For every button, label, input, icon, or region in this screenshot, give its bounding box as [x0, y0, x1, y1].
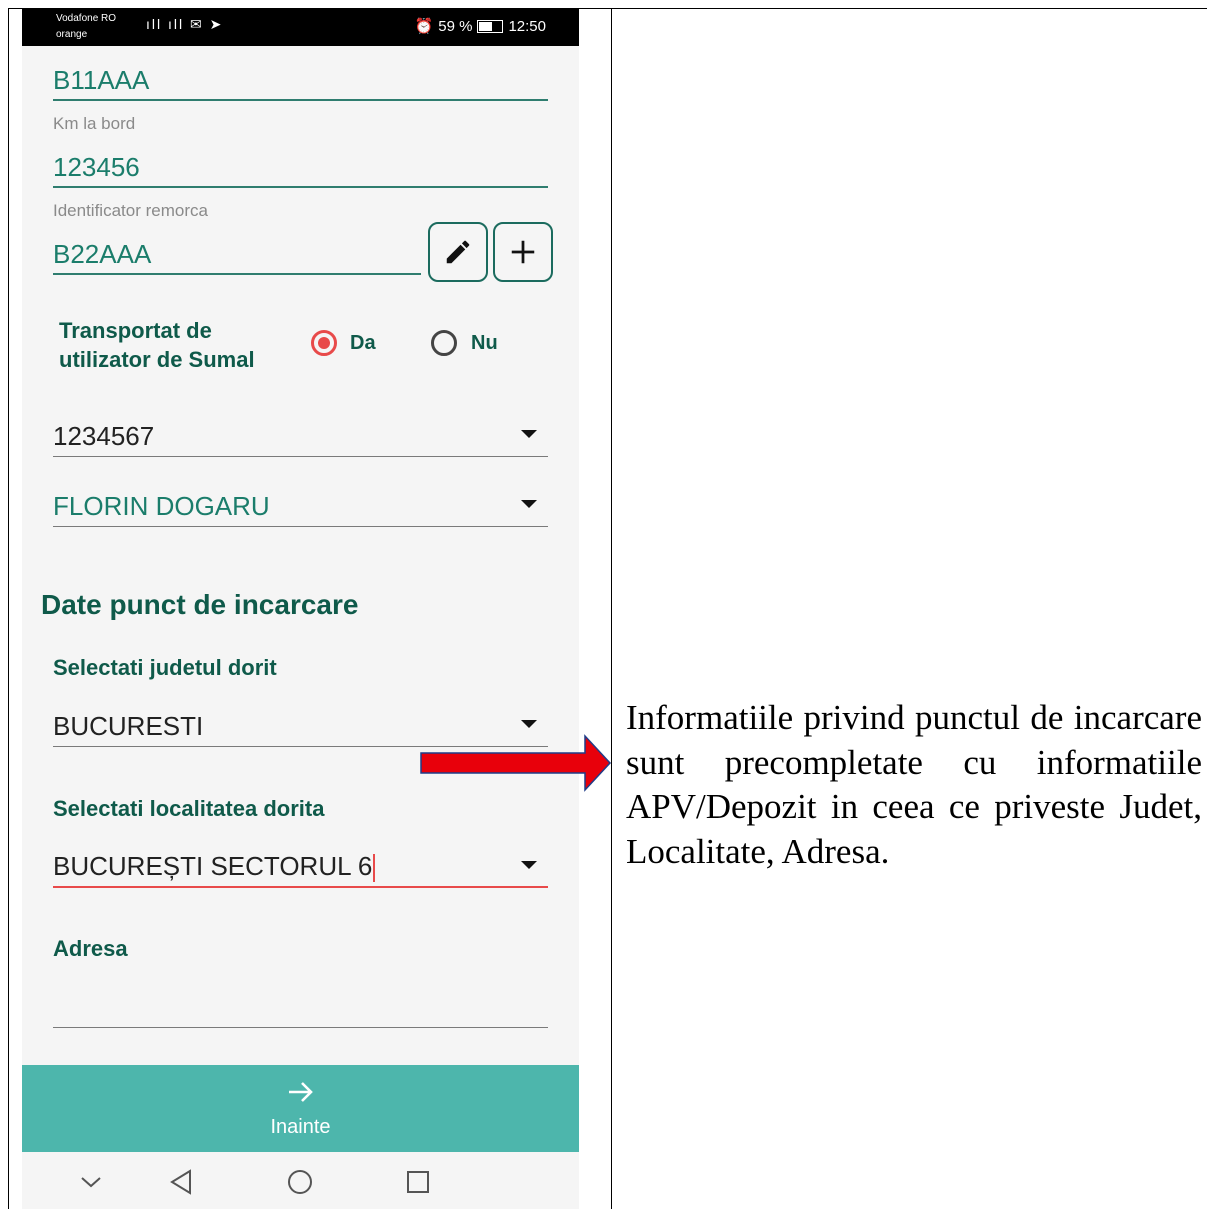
address-label: Adresa: [53, 936, 128, 961]
arrow-right-icon: [22, 1079, 579, 1113]
county-dropdown[interactable]: BUCURESTI: [53, 711, 203, 742]
code-dropdown[interactable]: 1234567: [53, 421, 154, 452]
text-cursor: [373, 854, 376, 883]
locality-value: BUCUREȘTI SECTORUL 6: [53, 851, 373, 881]
code-dropdown-underline: [53, 456, 548, 457]
vehicle-id-underline: [53, 99, 548, 101]
phone-screenshot: Vodafone RO orange ıll ıll ✉ ➤ ⏰ 59 % 12…: [22, 9, 579, 1209]
radio-no[interactable]: [431, 330, 457, 356]
chevron-down-icon[interactable]: [521, 720, 537, 728]
chevron-down-icon[interactable]: [521, 500, 537, 508]
red-arrow-icon: [420, 734, 612, 792]
km-label: Km la bord: [53, 114, 136, 133]
add-trailer-button[interactable]: [493, 222, 553, 282]
radio-yes[interactable]: [311, 330, 337, 356]
km-underline: [53, 186, 548, 188]
alarm-icon: ⏰: [414, 18, 434, 35]
status-bar: Vodafone RO orange ıll ıll ✉ ➤ ⏰ 59 % 12…: [22, 9, 579, 46]
carrier-secondary: orange: [56, 29, 88, 40]
locality-dropdown[interactable]: BUCUREȘTI SECTORUL 6: [53, 851, 376, 883]
battery-percent: 59 %: [438, 17, 473, 35]
battery-icon: [477, 19, 504, 33]
pencil-icon: [446, 240, 470, 264]
next-button[interactable]: Inainte: [22, 1065, 579, 1152]
annotation-text: Informatiile privind punctul de incarcar…: [626, 698, 1202, 871]
signal-icon: ıll ıll ✉ ➤: [146, 16, 224, 32]
driver-dropdown[interactable]: FLORIN DOGARU: [53, 491, 270, 522]
transport-question-line2: utilizator de Sumal: [59, 347, 255, 372]
km-input[interactable]: 123456: [53, 152, 140, 183]
transport-question-line1: Transportat de: [59, 318, 212, 343]
recents-square-icon[interactable]: [400, 1164, 436, 1200]
county-label: Selectati judetul dorit: [53, 655, 277, 680]
trailer-label: Identificator remorca: [53, 201, 208, 220]
radio-no-label: Nu: [471, 332, 498, 354]
chevron-down-icon[interactable]: [73, 1164, 109, 1200]
driver-dropdown-underline: [53, 526, 548, 527]
carrier-primary: Vodafone RO: [56, 13, 117, 24]
status-right: ⏰ 59 % 12:50: [414, 17, 546, 36]
status-time: 12:50: [508, 17, 546, 35]
table-left-border: [8, 8, 9, 1209]
back-triangle-icon[interactable]: [163, 1164, 199, 1200]
trailer-input[interactable]: B22AAA: [53, 239, 151, 270]
plus-icon: [511, 240, 535, 264]
transport-question: Transportat de utilizator de Sumal: [59, 316, 255, 374]
address-underline: [53, 1027, 548, 1028]
table-column-divider: [611, 8, 612, 1209]
locality-label: Selectati localitatea dorita: [53, 796, 325, 821]
section-title: Date punct de incarcare: [41, 589, 359, 620]
chevron-down-icon[interactable]: [521, 430, 537, 438]
vehicle-id-input[interactable]: B11AAA: [53, 65, 149, 96]
trailer-underline: [53, 273, 421, 275]
next-button-label: Inainte: [270, 1116, 331, 1138]
android-nav-bar: [22, 1152, 579, 1209]
edit-trailer-button[interactable]: [428, 222, 488, 282]
chevron-down-icon[interactable]: [521, 861, 537, 869]
radio-yes-label: Da: [350, 332, 376, 354]
locality-dropdown-underline: [53, 886, 548, 888]
home-circle-icon[interactable]: [282, 1164, 318, 1200]
